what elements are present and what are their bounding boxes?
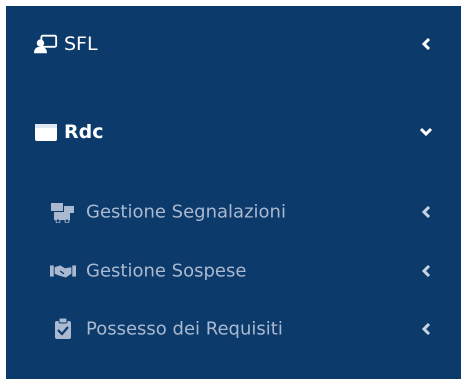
chevron-left-icon bbox=[419, 264, 433, 278]
sidebar-subitem-possesso-dei-requisiti[interactable]: Possesso dei Requisiti bbox=[6, 307, 461, 351]
handshake-icon bbox=[50, 259, 76, 283]
sidebar-item-label: Gestione Segnalazioni bbox=[86, 201, 286, 223]
user-screen-icon bbox=[34, 32, 58, 56]
sidebar-item-label: Gestione Sospese bbox=[86, 260, 247, 282]
chevron-left-icon bbox=[419, 37, 433, 51]
chevron-left-icon bbox=[419, 205, 433, 219]
sidebar-subitem-gestione-sospese[interactable]: Gestione Sospese bbox=[6, 249, 461, 293]
sidebar-item-sfl[interactable]: SFL bbox=[6, 22, 461, 66]
sidebar-item-label: Rdc bbox=[64, 121, 104, 143]
clipboard-check-icon bbox=[50, 317, 76, 341]
sidebar-subitem-gestione-segnalazioni[interactable]: Gestione Segnalazioni bbox=[6, 190, 461, 234]
sidebar-item-rdc[interactable]: Rdc bbox=[6, 110, 461, 154]
sidebar-item-label: SFL bbox=[64, 33, 98, 55]
chevron-down-icon bbox=[419, 125, 433, 139]
chevron-left-icon bbox=[419, 322, 433, 336]
sidebar-menu: SFL Rdc Gestione Segnalazioni Gestione S… bbox=[6, 6, 461, 379]
wallet-icon bbox=[34, 120, 58, 144]
sidebar-item-label: Possesso dei Requisiti bbox=[86, 318, 283, 340]
shipping-icon bbox=[50, 200, 76, 224]
